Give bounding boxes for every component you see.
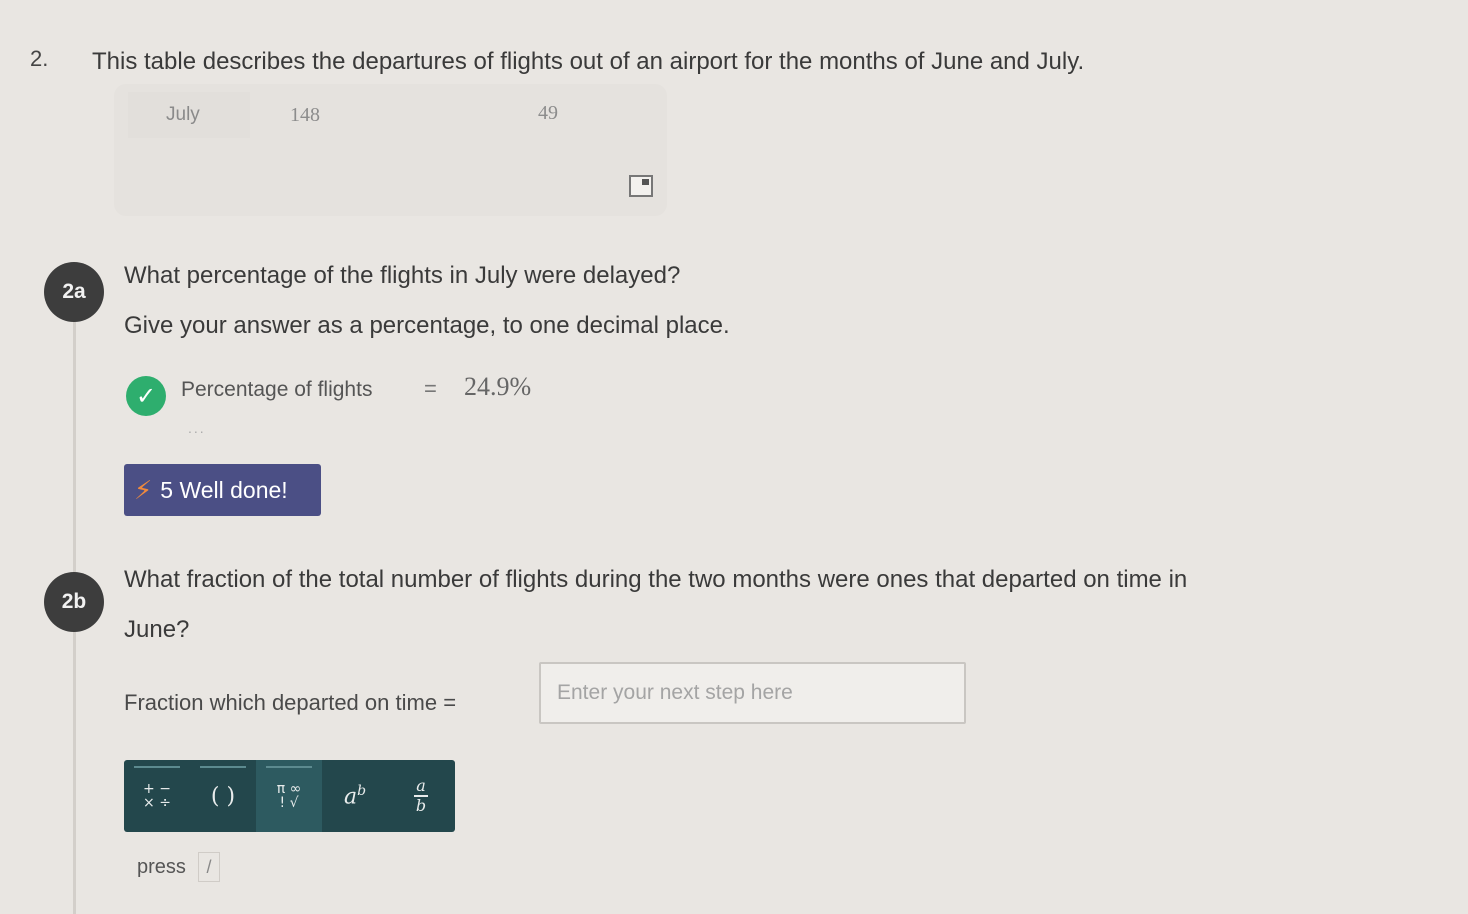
table-row: July 148 49 — [128, 92, 648, 138]
reward-text: 5 Well done! — [160, 476, 288, 503]
slash-key-hint: / — [198, 852, 220, 882]
pi-infinity-root-icon[interactable]: π ∞! √ — [256, 760, 322, 832]
question-title: This table describes the departures of f… — [92, 48, 1085, 75]
lightning-bolt-icon: ⚡ — [134, 474, 153, 505]
question-number: 2. — [30, 46, 49, 71]
table-cell-value-a: 148 — [290, 104, 320, 126]
correct-check-icon: ✓ — [126, 376, 166, 416]
more-steps-ellipsis[interactable]: ... — [188, 420, 206, 436]
input-label-text: Fraction which departed on time — [124, 690, 438, 715]
fraction-icon[interactable]: ab — [388, 760, 454, 832]
reward-badge: ⚡ 5 Well done! — [124, 464, 321, 516]
part-2a-instruction: Give your answer as a percentage, to one… — [124, 312, 730, 339]
answer-input[interactable] — [539, 662, 966, 724]
table-cell-month: July — [128, 92, 250, 138]
answer-label: Percentage of flights — [181, 378, 373, 401]
data-table-card: July 148 49 — [114, 84, 667, 216]
fraction-glyph: ab — [414, 776, 428, 815]
operators-icon[interactable]: + − × ÷ — [124, 760, 190, 832]
part-2b-question-line2: June? — [124, 616, 190, 643]
brackets-glyph: ( ) — [210, 783, 236, 809]
part-badge-2a: 2a — [44, 262, 104, 322]
press-hint: press — [137, 856, 186, 878]
fraction-input-label: Fraction which departed on time = — [124, 690, 456, 716]
answer-equals: = — [424, 376, 437, 401]
power-icon[interactable]: ab — [322, 760, 388, 832]
part-2a-question: What percentage of the flights in July w… — [124, 262, 681, 289]
input-equals: = — [443, 690, 457, 715]
power-glyph: ab — [343, 782, 367, 810]
table-cell-value-b: 49 — [538, 102, 558, 124]
symbols-glyph: π ∞! √ — [276, 781, 302, 811]
part-badge-2b: 2b — [44, 572, 104, 632]
brackets-icon[interactable]: ( ) — [190, 760, 256, 832]
expand-table-icon[interactable] — [629, 175, 653, 197]
operators-glyph: + − × ÷ — [143, 781, 171, 811]
part-2b-question-line1: What fraction of the total number of fli… — [124, 566, 1188, 593]
answer-value: 24.9% — [464, 372, 532, 401]
math-toolbar: + − × ÷ ( ) π ∞! √ ab ab — [124, 760, 455, 832]
